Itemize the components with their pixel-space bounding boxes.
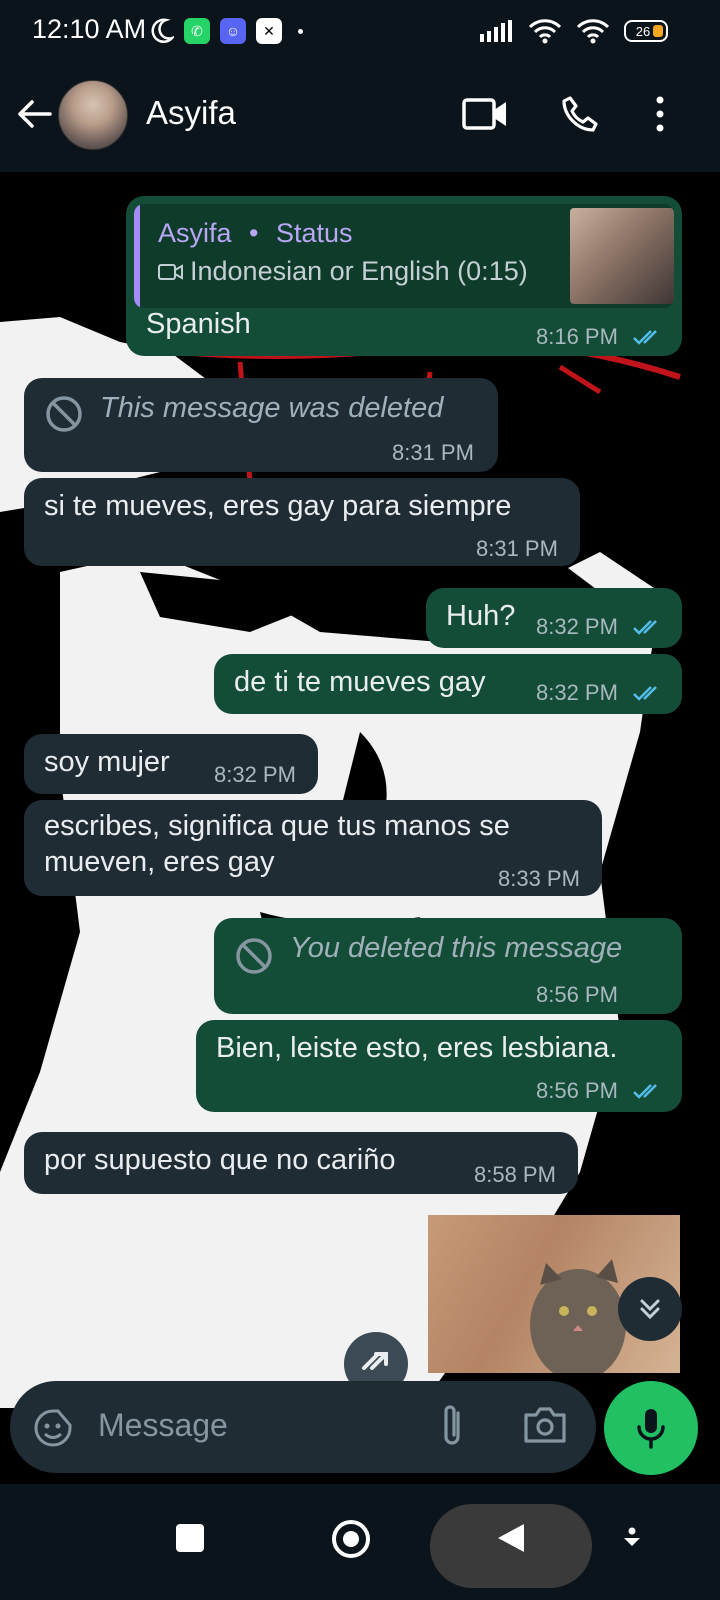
battery-icon: 26 bbox=[624, 20, 668, 42]
message-time: 8:56 PM bbox=[536, 982, 618, 1007]
message-input[interactable]: Message bbox=[98, 1407, 228, 1444]
voice-call-icon[interactable] bbox=[560, 94, 600, 134]
message-bubble-outgoing[interactable]: Asyifa • Status Indonesian or English (0… bbox=[126, 196, 682, 356]
contact-avatar[interactable] bbox=[58, 80, 128, 150]
message-time: 8:58 PM bbox=[474, 1162, 556, 1187]
message-text: Huh? bbox=[446, 600, 516, 632]
message-bubble-incoming[interactable]: This message was deleted 8:31 PM bbox=[24, 378, 498, 472]
system-nav-bar bbox=[0, 1484, 720, 1600]
message-bubble-incoming[interactable]: escribes, significa que tus manos se mue… bbox=[24, 800, 602, 896]
microphone-icon bbox=[637, 1409, 665, 1449]
message-bubble-incoming[interactable]: si te mueves, eres gay para siempre 8:31… bbox=[24, 478, 580, 566]
status-reply-quote[interactable]: Asyifa • Status Indonesian or English (0… bbox=[134, 204, 674, 308]
chat-header: Asyifa bbox=[0, 66, 720, 172]
nav-extra-icon[interactable] bbox=[620, 1524, 644, 1554]
capcut-icon: ✕ bbox=[256, 18, 282, 44]
more-icon[interactable] bbox=[650, 94, 670, 134]
message-text: de ti te mueves gay bbox=[234, 666, 486, 698]
message-text: Bien, leiste esto, eres lesbiana. bbox=[216, 1032, 618, 1064]
more-notifications-dot bbox=[298, 28, 303, 34]
signal-icon bbox=[480, 20, 512, 42]
message-text: soy mujer bbox=[44, 746, 170, 778]
voice-record-button[interactable] bbox=[604, 1381, 698, 1475]
scroll-to-bottom-button[interactable] bbox=[618, 1277, 682, 1341]
home-button[interactable] bbox=[332, 1520, 370, 1558]
read-ticks-icon bbox=[633, 1084, 657, 1099]
status-time: 12:10 AM bbox=[32, 14, 147, 44]
message-bubble-incoming[interactable]: soy mujer 8:32 PM bbox=[24, 734, 318, 794]
deleted-icon bbox=[46, 396, 82, 432]
message-text-line2: mueven, eres gay bbox=[44, 846, 275, 878]
double-chevron-down-icon bbox=[640, 1299, 660, 1320]
message-bubble-outgoing[interactable]: You deleted this message 8:56 PM bbox=[214, 918, 682, 1014]
back-arrow-icon[interactable] bbox=[14, 94, 54, 134]
video-small-icon bbox=[158, 264, 183, 280]
camera-icon[interactable] bbox=[522, 1405, 568, 1445]
deleted-message-text: This message was deleted bbox=[100, 392, 444, 424]
attach-icon[interactable] bbox=[434, 1401, 470, 1451]
discord-icon: ☺ bbox=[220, 18, 246, 44]
message-time: 8:56 PM bbox=[536, 1078, 618, 1103]
whatsapp-icon: ✆ bbox=[184, 18, 210, 44]
message-time: 8:32 PM bbox=[214, 762, 296, 787]
message-time: 8:16 PM bbox=[536, 324, 618, 349]
sticker-emoji-icon[interactable] bbox=[32, 1407, 74, 1449]
deleted-message-text: You deleted this message bbox=[290, 932, 623, 964]
message-bubble-outgoing[interactable]: de ti te mueves gay 8:32 PM bbox=[214, 654, 682, 714]
message-text: por supuesto que no cariño bbox=[44, 1144, 396, 1176]
wifi-icon bbox=[528, 19, 562, 44]
video-call-icon[interactable] bbox=[462, 96, 508, 132]
message-bubble-outgoing[interactable]: Bien, leiste esto, eres lesbiana. 8:56 P… bbox=[196, 1020, 682, 1112]
message-bubble-outgoing[interactable]: Huh? 8:32 PM bbox=[426, 588, 682, 648]
message-text: Spanish bbox=[146, 308, 251, 340]
recents-button[interactable] bbox=[176, 1524, 204, 1552]
read-ticks-icon bbox=[633, 620, 657, 635]
message-time: 8:31 PM bbox=[476, 536, 558, 561]
status-bar: 12:10 AM ✆ ☺ ✕ 26 bbox=[0, 0, 720, 66]
back-triangle-icon bbox=[498, 1524, 524, 1552]
wifi-6-icon bbox=[576, 19, 610, 44]
status-notification-icons: ✆ ☺ ✕ bbox=[150, 18, 303, 44]
message-bubble-incoming[interactable]: por supuesto que no cariño 8:58 PM bbox=[24, 1132, 578, 1194]
message-time: 8:33 PM bbox=[498, 866, 580, 891]
message-composer[interactable]: Message bbox=[10, 1381, 596, 1473]
read-ticks-icon bbox=[633, 330, 657, 345]
message-time: 8:32 PM bbox=[536, 614, 618, 639]
status-thumbnail bbox=[570, 208, 674, 304]
deleted-icon bbox=[236, 938, 272, 974]
status-system-icons: 26 bbox=[480, 18, 668, 44]
read-ticks-icon bbox=[633, 686, 657, 701]
message-text-line1: escribes, significa que tus manos se bbox=[44, 810, 510, 842]
battery-level: 26 bbox=[635, 23, 651, 39]
message-time: 8:31 PM bbox=[392, 440, 474, 465]
message-time: 8:32 PM bbox=[536, 680, 618, 705]
moon-icon bbox=[151, 18, 174, 43]
quote-subtitle: Indonesian or English (0:15) bbox=[158, 256, 528, 287]
contact-name[interactable]: Asyifa bbox=[146, 94, 236, 132]
quote-author: Asyifa • Status bbox=[158, 218, 353, 248]
message-text: si te mueves, eres gay para siempre bbox=[44, 490, 512, 522]
